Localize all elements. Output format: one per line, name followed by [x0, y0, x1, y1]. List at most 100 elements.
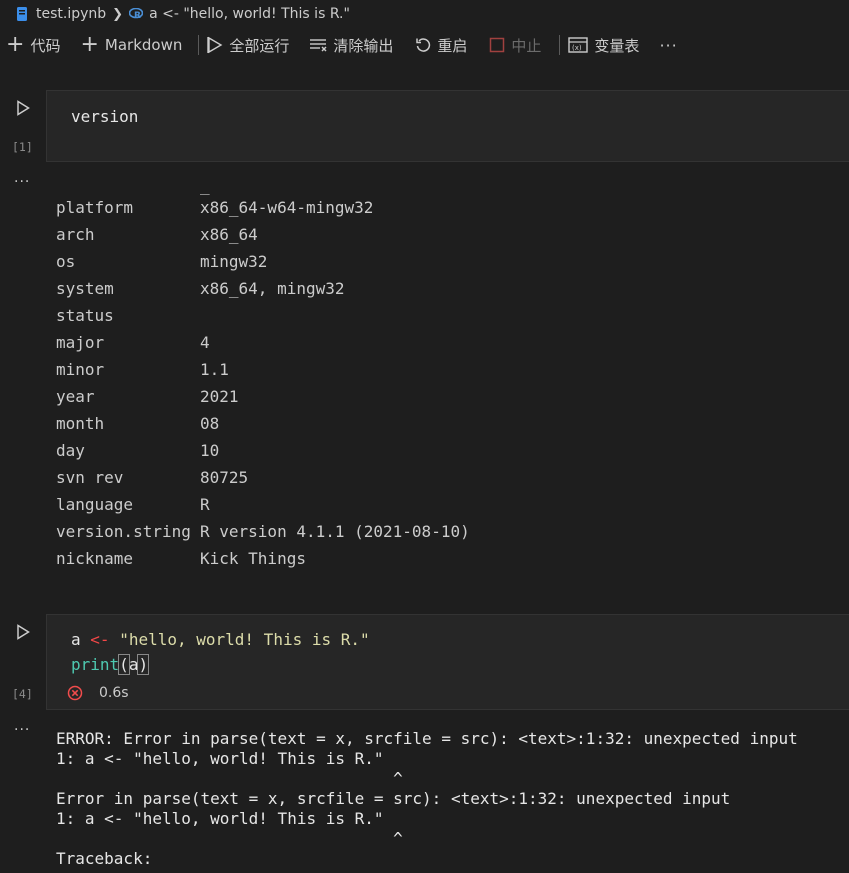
- version-table-row: year 2021: [56, 387, 556, 414]
- svg-text:R: R: [134, 11, 141, 20]
- cell-2-editor[interactable]: a <- "hello, world! This is R." print(a)…: [46, 614, 849, 710]
- add-code-label: 代码: [30, 36, 61, 55]
- code-paren-open: (: [118, 654, 130, 675]
- version-value: R version 4.1.1 (2021-08-10): [200, 522, 470, 541]
- version-value: 08: [200, 414, 220, 433]
- error-line: Error in parse(text = x, srcfile = src):…: [56, 789, 731, 808]
- cell-2-execution-count: [4]: [12, 687, 33, 701]
- version-key: svn rev: [56, 468, 124, 487]
- breadcrumb-file[interactable]: test.ipynb: [36, 6, 106, 22]
- more-actions-icon[interactable]: ···: [659, 30, 677, 60]
- version-key: year: [56, 387, 95, 406]
- variables-button[interactable]: (x) 变量表: [568, 30, 639, 60]
- code-variable: a: [71, 630, 81, 649]
- version-table-row: language R: [56, 495, 556, 522]
- restart-icon: [416, 38, 431, 52]
- version-value: x86_64: [200, 225, 258, 244]
- toolbar-divider: [559, 35, 561, 55]
- plus-icon: +: [80, 32, 99, 57]
- version-key: language: [56, 495, 134, 514]
- version-table-row: status: [56, 306, 556, 333]
- variables-label: 变量表: [594, 36, 640, 55]
- interrupt-button[interactable]: 中止: [489, 30, 541, 60]
- restart-button[interactable]: 重启: [415, 30, 467, 60]
- cell-1-editor[interactable]: version: [46, 90, 849, 162]
- interrupt-label: 中止: [511, 36, 542, 55]
- code-string: "hello, world! This is R.": [119, 630, 370, 649]
- version-table-row: nickname Kick Things: [56, 549, 556, 576]
- run-all-icon: [207, 36, 223, 54]
- cell-2-code-line-2[interactable]: print(a): [71, 654, 150, 675]
- version-key: os: [56, 252, 76, 271]
- variables-icon: (x): [568, 37, 589, 53]
- version-table-row: minor 1.1: [56, 360, 556, 387]
- error-line: Traceback:: [56, 849, 153, 868]
- version-table-row: svn rev 80725: [56, 468, 556, 495]
- run-cell-2-button[interactable]: [16, 624, 30, 640]
- error-line: ^: [56, 769, 403, 788]
- cell-1-execution-count: [1]: [12, 140, 33, 154]
- code-paren-close: ): [137, 654, 150, 675]
- clear-outputs-label: 清除输出: [333, 36, 394, 55]
- add-markdown-cell-button[interactable]: + Markdown: [80, 30, 182, 60]
- breadcrumb: test.ipynb ❯ R a <- "hello, world! This …: [0, 0, 849, 28]
- version-table-row: platform x86_64-w64-mingw32: [56, 198, 556, 225]
- run-all-label: 全部运行: [229, 36, 290, 55]
- notebook-toolbar: + 代码 + Markdown 全部运行 清除输出 重启 中止 (x) 变量表 …: [0, 30, 849, 60]
- version-key: day: [56, 441, 85, 460]
- notebook-file-icon: [16, 7, 28, 21]
- version-value: mingw32: [200, 252, 268, 271]
- cell-1-code[interactable]: version: [71, 107, 138, 126]
- version-table-row: major 4: [56, 333, 556, 360]
- version-value: 80725: [200, 468, 249, 487]
- version-key: arch: [56, 225, 95, 244]
- version-table-row: day 10: [56, 441, 556, 468]
- play-icon: [17, 624, 30, 640]
- add-code-cell-button[interactable]: + 代码: [6, 30, 60, 60]
- error-line: 1: a <- "hello, world! This is R.": [56, 749, 384, 768]
- cell-2-code-line-1[interactable]: a <- "hello, world! This is R.": [71, 630, 370, 649]
- version-key: system: [56, 279, 114, 298]
- version-value: Kick Things: [200, 549, 306, 568]
- version-value: x86_64-w64-mingw32: [200, 198, 374, 217]
- error-status-icon: [67, 685, 83, 701]
- code-argument: a: [128, 655, 139, 674]
- clear-outputs-button[interactable]: 清除输出: [309, 30, 393, 60]
- version-table-row: month 08: [56, 414, 556, 441]
- toolbar-divider: [198, 35, 200, 55]
- code-operator: <-: [90, 630, 110, 649]
- cell-1-output-more-icon[interactable]: ···: [14, 174, 30, 190]
- version-key: month: [56, 414, 105, 433]
- version-value: 2021: [200, 387, 239, 406]
- version-key: minor: [56, 360, 105, 379]
- version-table-row: system x86_64, mingw32: [56, 279, 556, 306]
- run-cell-1-button[interactable]: [16, 100, 30, 116]
- version-table-row: arch x86_64: [56, 225, 556, 252]
- version-value: 4: [200, 333, 210, 352]
- play-icon: [17, 100, 30, 116]
- version-key: version.string: [56, 522, 191, 541]
- execution-time: 0.6s: [99, 685, 129, 701]
- run-all-button[interactable]: 全部运行: [207, 30, 289, 60]
- version-key: status: [56, 306, 114, 325]
- version-value: x86_64, mingw32: [200, 279, 345, 298]
- version-key: nickname: [56, 549, 134, 568]
- cell-2-output-more-icon[interactable]: ···: [14, 722, 30, 738]
- version-table-row: version.string R version 4.1.1 (2021-08-1…: [56, 522, 556, 549]
- version-table-row: os mingw32: [56, 252, 556, 279]
- stop-icon: [490, 37, 505, 53]
- restart-label: 重启: [437, 36, 468, 55]
- error-line: ^: [56, 829, 403, 848]
- add-markdown-label: Markdown: [104, 36, 183, 54]
- version-value: R: [200, 495, 210, 514]
- breadcrumb-cell[interactable]: a <- "hello, world! This is R.": [149, 6, 350, 22]
- output-header: _: [200, 176, 210, 195]
- version-value: 1.1: [200, 360, 229, 379]
- code-function: print: [71, 655, 120, 674]
- version-key: major: [56, 333, 105, 352]
- r-language-icon: R: [129, 8, 144, 20]
- error-line: 1: a <- "hello, world! This is R.": [56, 809, 384, 828]
- svg-text:(x): (x): [572, 44, 582, 52]
- clear-all-icon: [310, 39, 327, 52]
- version-key: platform: [56, 198, 134, 217]
